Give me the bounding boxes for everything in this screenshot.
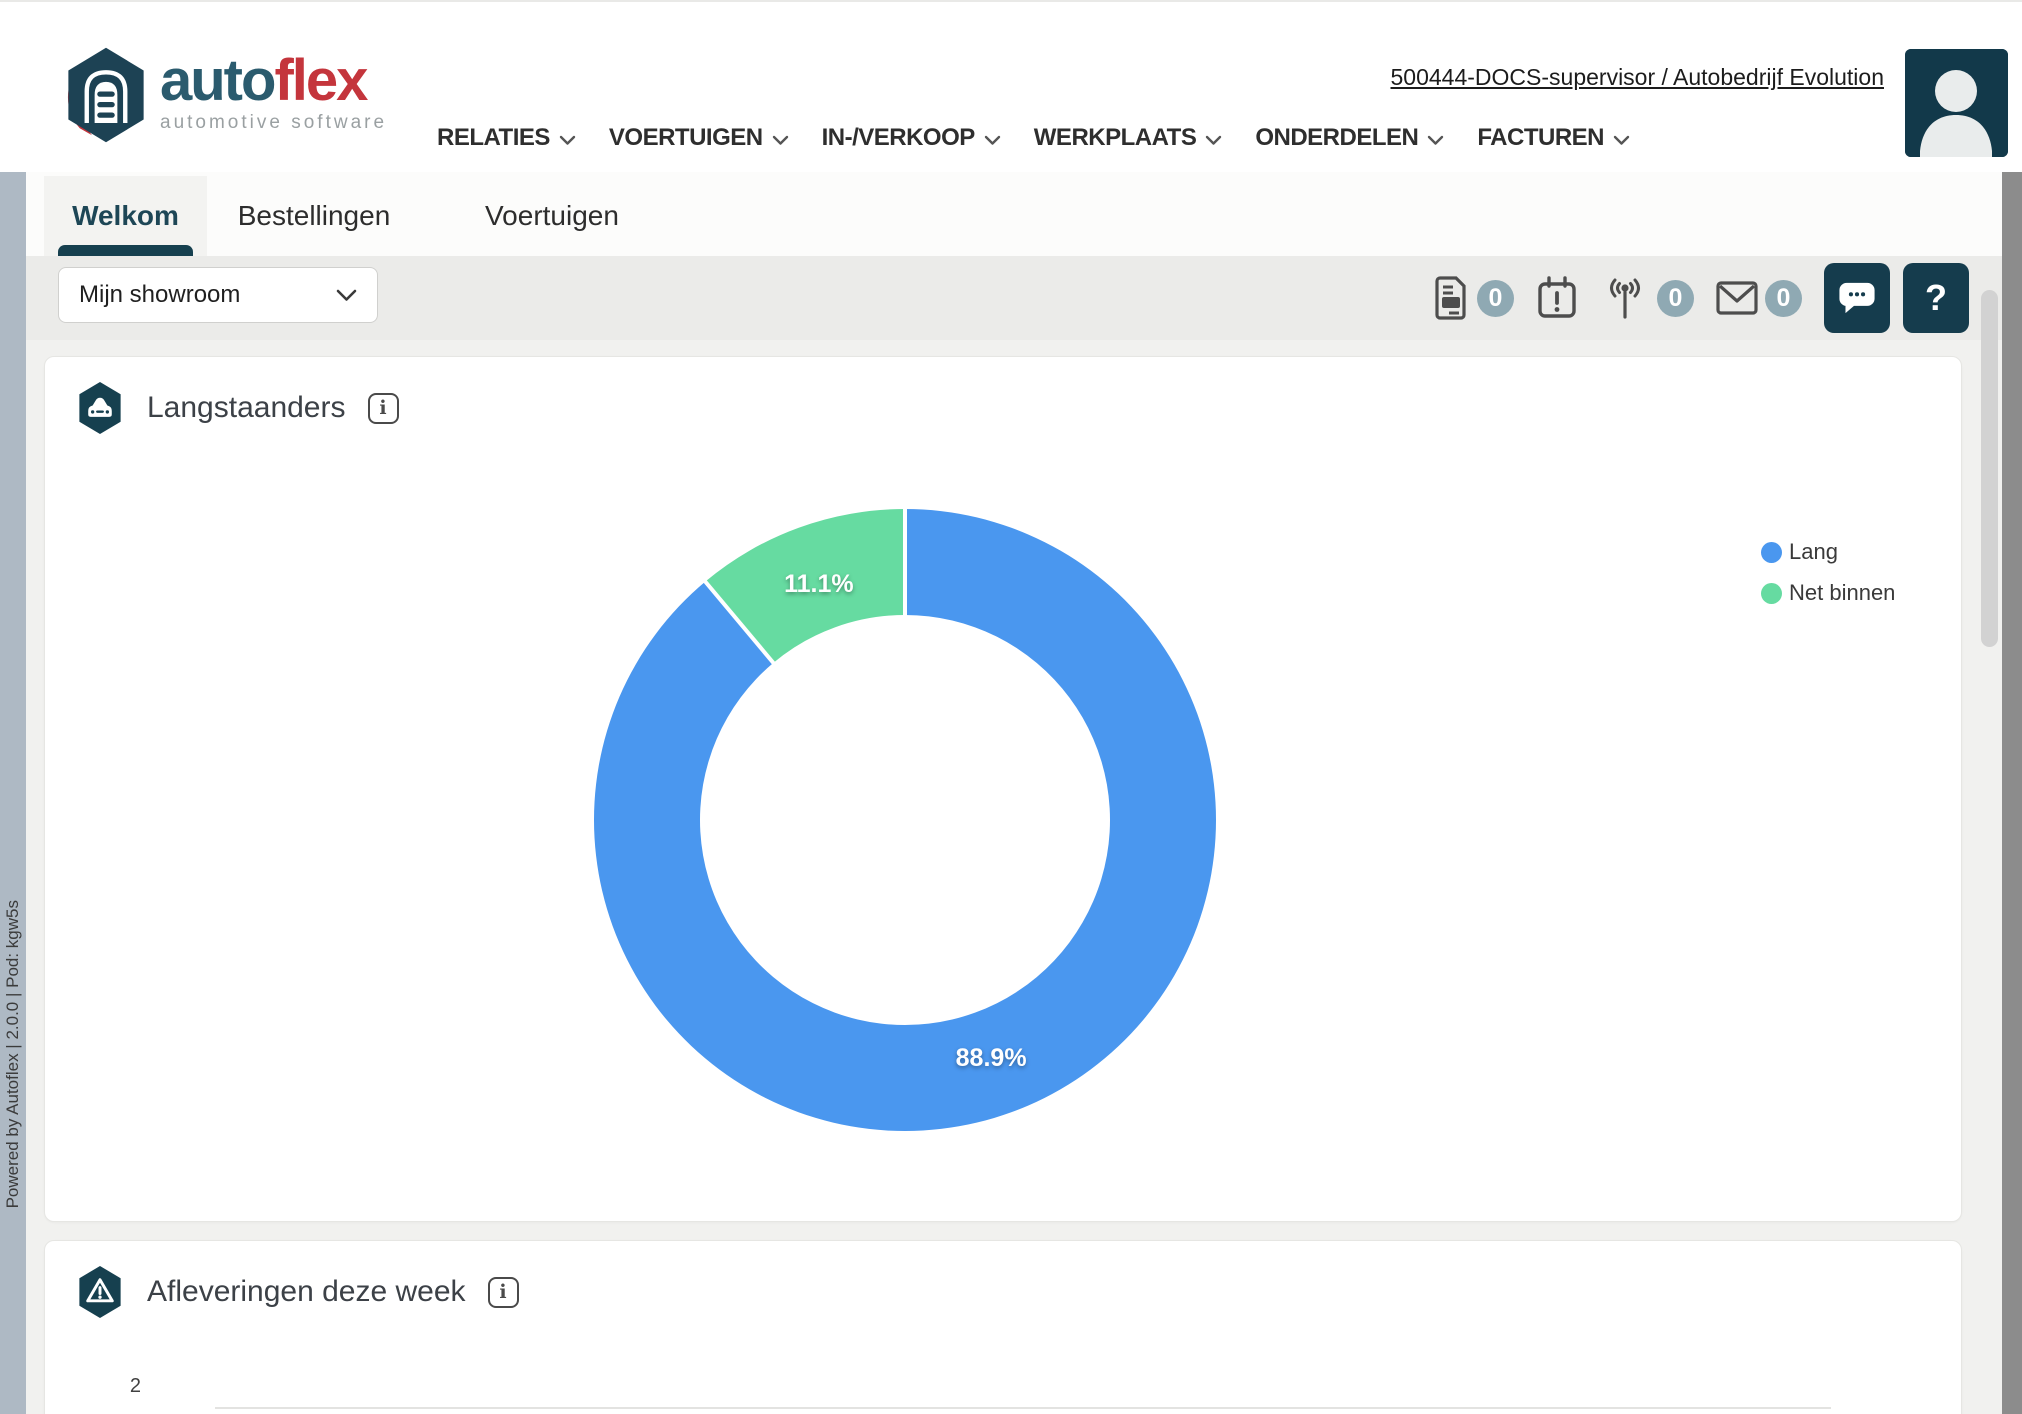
app-root: autoflex automotive software RELATIES VO…: [0, 0, 2022, 1414]
nav-item-relaties[interactable]: RELATIES: [437, 124, 576, 152]
chevron-down-icon: [1613, 135, 1630, 146]
document-counter-badge: 0: [1477, 280, 1514, 317]
counter-group: 0: [1432, 256, 1969, 340]
chevron-down-icon: [336, 289, 357, 302]
tab-bestellingen[interactable]: Bestellingen: [230, 176, 398, 256]
chevron-down-icon: [559, 135, 576, 146]
user-account-link[interactable]: 500444-DOCS-supervisor / Autobedrijf Evo…: [1391, 64, 1884, 91]
slice-percentage-label: 88.9%: [956, 1044, 1027, 1072]
panel-title: Afleveringen deze week: [147, 1275, 466, 1309]
chevron-down-icon: [772, 135, 789, 146]
nav-item-werkplaats[interactable]: WERKPLAATS: [1034, 124, 1223, 152]
help-button[interactable]: ?: [1903, 263, 1969, 333]
powered-by-strip: Powered by Autoflex | 2.0.0 | Pod: kgw5s: [0, 172, 26, 1414]
envelope-icon[interactable]: [1716, 281, 1758, 315]
chevron-down-icon: [984, 135, 1001, 146]
chart-legend: Lang Net binnen: [1761, 539, 1895, 606]
afleveringen-panel: Afleveringen deze week i 2: [44, 1240, 1962, 1414]
user-silhouette-icon: [1905, 49, 2008, 157]
brand-name: autoflex: [160, 52, 387, 110]
autoflex-logo-icon: [62, 46, 150, 144]
brand-tagline: automotive software: [160, 112, 387, 134]
chevron-down-icon: [1205, 135, 1222, 146]
active-tab-underline: [58, 245, 193, 256]
chart-gridline: [215, 1407, 1831, 1409]
app-header: autoflex automotive software RELATIES VO…: [0, 0, 2022, 172]
legend-dot-net-binnen: [1761, 583, 1782, 604]
autoflex-logo[interactable]: autoflex automotive software: [62, 46, 387, 144]
tab-bar: Welkom Bestellingen Voertuigen: [26, 172, 2002, 256]
document-icon[interactable]: [1432, 275, 1470, 321]
legend-dot-lang: [1761, 542, 1782, 563]
envelope-counter-badge: 0: [1765, 280, 1802, 317]
info-icon[interactable]: i: [488, 1277, 519, 1308]
showroom-select[interactable]: Mijn showroom: [58, 267, 378, 323]
antenna-icon[interactable]: [1600, 276, 1650, 320]
slice-percentage-label: 11.1%: [784, 570, 854, 598]
antenna-counter-badge: 0: [1657, 280, 1694, 317]
logo-text: autoflex automotive software: [160, 46, 387, 134]
scrollbar-track[interactable]: [2002, 172, 2022, 1414]
legend-item-lang[interactable]: Lang: [1761, 539, 1895, 565]
warning-hexagon-icon: [75, 1265, 125, 1319]
scrollbar-thumb[interactable]: [1981, 290, 1998, 647]
langstaanders-panel: Langstaanders i 88.9%11.1% Lang Net binn…: [44, 356, 1962, 1222]
content-area: Welkom Bestellingen Voertuigen Mijn show…: [26, 172, 2002, 1414]
legend-item-net-binnen[interactable]: Net binnen: [1761, 580, 1895, 606]
chat-button[interactable]: [1824, 263, 1890, 333]
langstaanders-donut-chart: 88.9% 11.1% Lang Net binnen: [45, 357, 1961, 1221]
avatar[interactable]: [1905, 49, 2008, 157]
chat-bubble-icon: [1837, 279, 1877, 317]
nav-item-facturen[interactable]: FACTUREN: [1477, 124, 1630, 152]
calendar-alert-icon[interactable]: [1536, 276, 1578, 320]
afleveringen-panel-header: Afleveringen deze week i: [75, 1265, 519, 1319]
tab-voertuigen[interactable]: Voertuigen: [478, 176, 626, 256]
powered-by-text: Powered by Autoflex | 2.0.0 | Pod: kgw5s: [3, 900, 23, 1208]
chevron-down-icon: [1427, 135, 1444, 146]
nav-item-in-verkoop[interactable]: IN-/VERKOOP: [822, 124, 1001, 152]
y-axis-tick: 2: [111, 1375, 141, 1398]
donut-chart-svg: 88.9% 11.1%: [585, 500, 1225, 1140]
toolbar: Mijn showroom 0: [26, 256, 2002, 340]
tab-welkom[interactable]: Welkom: [44, 176, 207, 256]
nav-item-onderdelen[interactable]: ONDERDELEN: [1255, 124, 1444, 152]
main-nav: RELATIES VOERTUIGEN IN-/VERKOOP WERKPLAA…: [437, 114, 1630, 162]
nav-item-voertuigen[interactable]: VOERTUIGEN: [609, 124, 789, 152]
